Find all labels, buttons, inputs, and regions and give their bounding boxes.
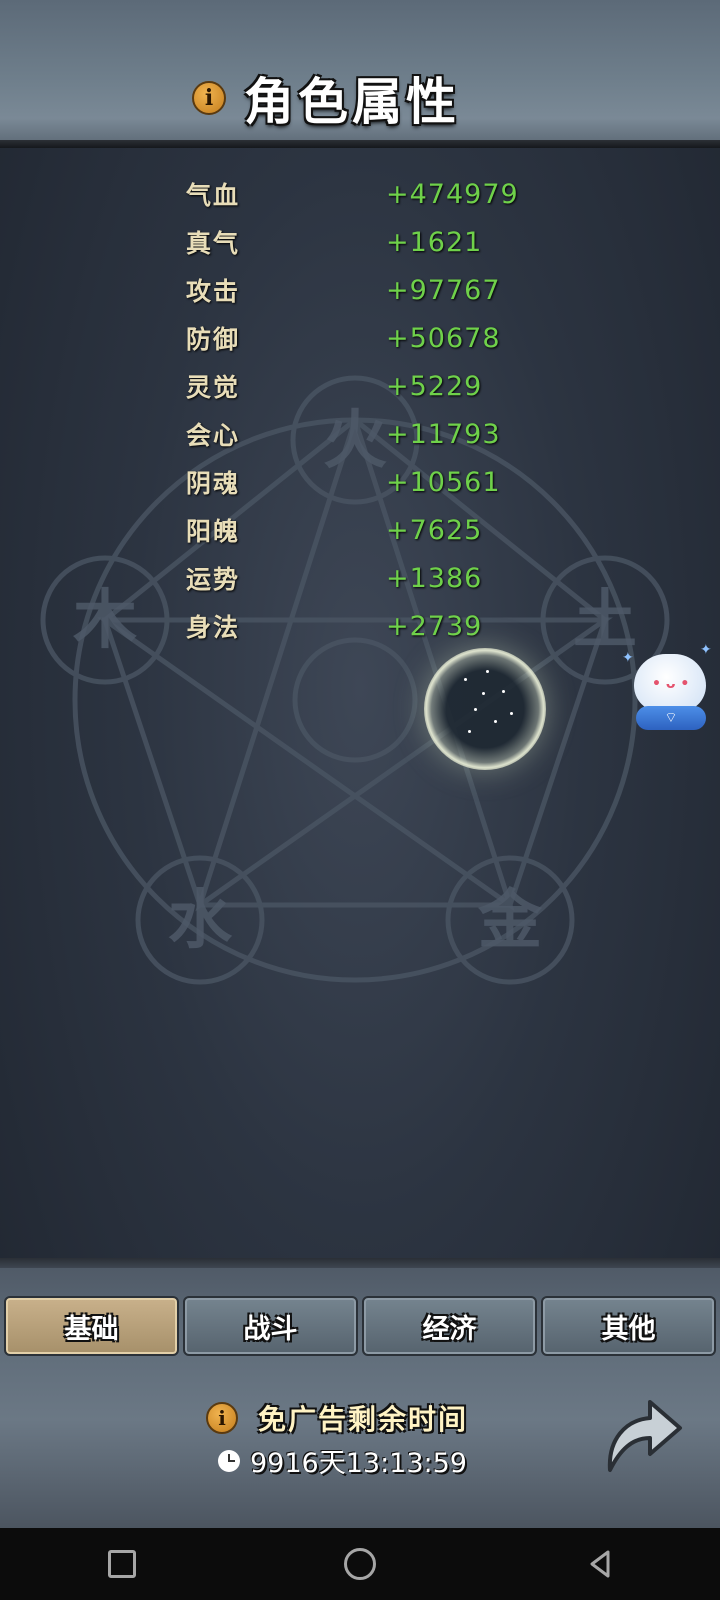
wifi-icon: ⌔ (636, 706, 706, 730)
spirit-orb[interactable] (424, 648, 546, 770)
stat-value: +1386 (386, 562, 483, 594)
stat-row-defense: 防御 +50678 (186, 314, 546, 362)
info-icon[interactable]: i (206, 1402, 238, 1434)
clock-icon (218, 1449, 240, 1472)
stat-row-agility: 身法 +2739 (186, 602, 546, 650)
stat-value: +97767 (386, 274, 501, 306)
stat-label: 运势 (186, 565, 241, 594)
circle-icon (344, 1548, 376, 1580)
ad-free-label: 免广告剩余时间 (258, 1403, 469, 1436)
system-navigation-bar (0, 1528, 720, 1600)
stats-list: 气血 +474979 真气 +1621 攻击 +97767 防御 +50678 … (186, 170, 546, 650)
sparkle-icon: ✦ (622, 650, 634, 666)
tab-other[interactable]: 其他 (541, 1296, 716, 1356)
tab-label: 经济 (422, 1313, 477, 1345)
element-wood: 木 (73, 583, 137, 658)
tab-basic[interactable]: 基础 (4, 1296, 179, 1356)
tab-label: 基础 (64, 1313, 119, 1345)
stat-row-luck: 运势 +1386 (186, 554, 546, 602)
element-earth: 土 (573, 583, 637, 658)
tab-combat[interactable]: 战斗 (183, 1296, 358, 1356)
stat-label: 真气 (186, 229, 241, 258)
tab-label: 战斗 (243, 1313, 298, 1345)
stat-label: 阳魄 (186, 517, 241, 546)
stat-value: +2739 (386, 610, 483, 642)
stat-row-qi: 真气 +1621 (186, 218, 546, 266)
stat-label: 防御 (186, 325, 241, 354)
stat-label: 灵觉 (186, 373, 241, 402)
square-icon (108, 1550, 136, 1578)
ad-free-status: i 免广告剩余时间 (206, 1398, 468, 1438)
stat-value: +11793 (386, 418, 501, 450)
tab-label: 其他 (601, 1313, 656, 1345)
page-title: 角色属性 (244, 72, 460, 131)
tab-economy[interactable]: 经济 (362, 1296, 537, 1356)
stat-value: +7625 (386, 514, 483, 546)
stat-row-yang-spirit: 阳魄 +7625 (186, 506, 546, 554)
stat-label: 气血 (186, 181, 241, 210)
back-button[interactable] (582, 1546, 618, 1582)
curved-arrow-icon[interactable] (600, 1390, 686, 1480)
ad-free-timer: 9916天13:13:59 (218, 1441, 467, 1480)
stat-row-hp: 气血 +474979 (186, 170, 546, 218)
stat-row-attack: 攻击 +97767 (186, 266, 546, 314)
title-group: i 角色属性 (192, 62, 460, 134)
cloud-assistant-icon[interactable]: ✦ ✦ • ᴗ • ⌔ (622, 642, 712, 738)
stat-value: +10561 (386, 466, 501, 498)
stat-row-yin-soul: 阴魂 +10561 (186, 458, 546, 506)
sparkle-icon: ✦ (700, 642, 712, 658)
stat-value: +1621 (386, 226, 483, 258)
stat-value: +50678 (386, 322, 501, 354)
info-icon[interactable]: i (192, 81, 226, 115)
stat-label: 攻击 (186, 277, 241, 306)
cloud-face: • ᴗ • (652, 676, 690, 692)
header: i 角色属性 (0, 0, 720, 148)
stat-value: +5229 (386, 370, 483, 402)
triangle-back-icon (590, 1550, 610, 1578)
recent-apps-button[interactable] (104, 1546, 140, 1582)
element-metal: 金 (477, 883, 543, 958)
home-button[interactable] (342, 1546, 378, 1582)
inner-ring (292, 637, 418, 763)
screen: 火 土 金 水 木 i 角色属性 气血 +474979 真气 +1621 攻击 … (0, 0, 720, 1528)
stat-row-critical: 会心 +11793 (186, 410, 546, 458)
ad-free-remaining: 9916天13:13:59 (250, 1448, 467, 1479)
stat-row-perception: 灵觉 +5229 (186, 362, 546, 410)
stat-label: 阴魂 (186, 469, 241, 498)
element-water: 水 (168, 883, 233, 958)
stat-label: 身法 (186, 613, 241, 642)
tab-bar: 基础 战斗 经济 其他 (4, 1296, 716, 1356)
stat-label: 会心 (186, 421, 241, 450)
stat-value: +474979 (386, 178, 519, 210)
